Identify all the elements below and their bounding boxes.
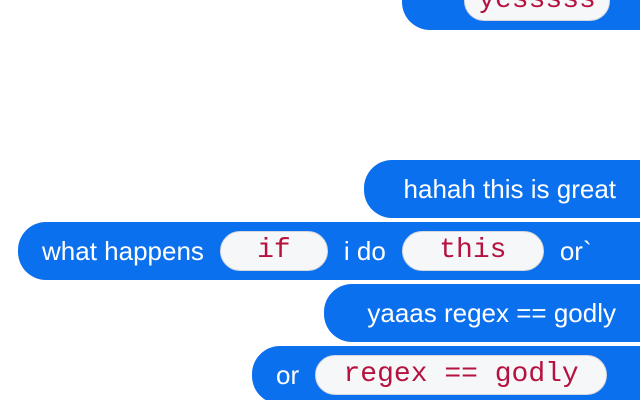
message-bubble-hahah[interactable]: hahah this is great — [364, 160, 640, 218]
message-text: or — [276, 360, 300, 390]
inline-code: regex == godly — [315, 355, 608, 395]
inline-code: this — [401, 231, 544, 271]
message-text: yaaas regex == godly — [367, 298, 616, 328]
message-bubble-what-happens[interactable]: what happens if i do this or` — [18, 222, 640, 280]
message-text: what happens — [42, 236, 204, 266]
message-bubble-or-regex[interactable]: or regex == godly — [252, 346, 640, 400]
message-text: or` — [559, 236, 592, 266]
inline-code: yesssss — [464, 0, 610, 21]
message-bubble-yesssss[interactable]: yesssss — [402, 0, 640, 30]
message-text: i do — [343, 236, 386, 266]
inline-code: if — [219, 231, 328, 271]
chat-thread: yesssss hahah this is great what happens… — [0, 0, 640, 400]
message-bubble-yaaas-regex[interactable]: yaaas regex == godly — [324, 284, 640, 342]
message-text: hahah this is great — [403, 174, 616, 204]
